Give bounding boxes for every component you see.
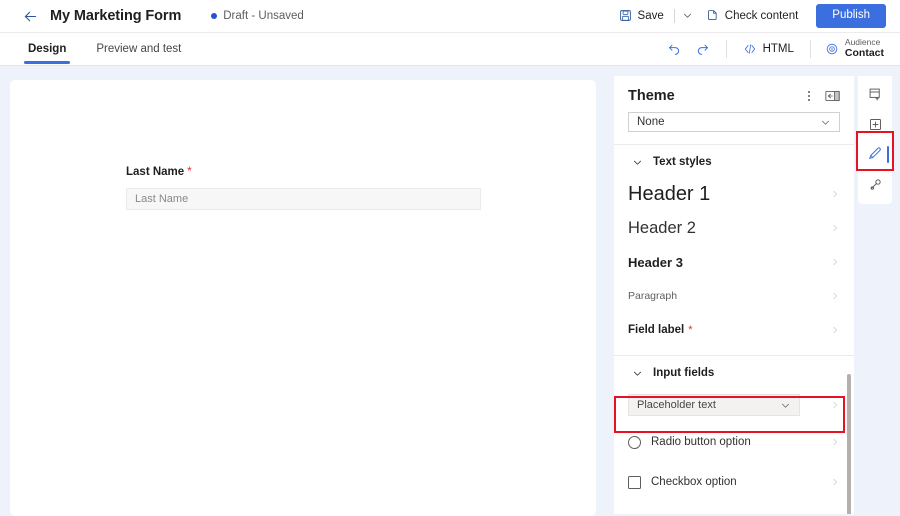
panel-collapse-icon[interactable] [825,90,840,102]
required-asterisk: * [187,164,192,178]
style-row-paragraph-label: Paragraph [628,290,677,302]
chevron-right-icon [830,189,840,199]
form-field-label-text: Last Name [126,166,184,178]
chevron-down-icon [820,117,831,128]
theme-panel-actions [805,88,840,104]
placeholder-text-value: Placeholder text [637,399,716,411]
save-button[interactable]: Save [611,5,672,26]
section-text-styles[interactable]: Text styles [614,145,854,177]
command-divider-2 [810,40,811,58]
style-row-header-3[interactable]: Header 3 [614,245,854,279]
chevron-right-icon [830,257,840,267]
html-label: HTML [763,43,794,55]
theme-select[interactable]: None [628,112,840,132]
placeholder-text-select[interactable]: Placeholder text [628,394,800,416]
field-label-required-asterisk: * [688,324,692,336]
arrow-left-icon [22,8,39,25]
right-icon-rail [858,76,892,204]
header-actions: Save Check content Publish [611,4,886,28]
checkbox-square-icon [628,476,641,489]
more-vertical-icon[interactable] [805,88,813,104]
redo-arrow-icon [695,41,710,56]
form-layout-rail-icon[interactable] [860,80,890,108]
top-header-bar: My Marketing Form Draft - Unsaved Save [0,0,900,33]
theme-panel-title: Theme [628,88,675,104]
document-check-icon [706,9,719,22]
section-input-fields-label: Input fields [653,367,714,379]
tab-preview-and-test[interactable]: Preview and test [90,33,187,66]
tab-design-label: Design [28,43,66,55]
tab-design[interactable]: Design [22,33,72,66]
command-bar: Design Preview and test [0,33,900,66]
style-row-field-label-label: Field label [628,324,684,336]
chevron-right-icon [830,437,840,447]
radio-circle-icon [628,436,641,449]
save-split-button: Save [611,5,698,26]
undo-button[interactable] [662,37,688,61]
redo-button[interactable] [690,37,716,61]
status-label: Draft - Unsaved [223,10,304,22]
style-row-paragraph[interactable]: Paragraph [614,279,854,313]
chevron-right-icon [830,477,840,487]
check-content-button[interactable]: Check content [698,5,807,26]
theme-panel-scrollbar[interactable] [847,374,851,514]
save-label: Save [638,10,664,22]
save-options-chevron[interactable] [677,6,698,25]
style-row-field-label[interactable]: Field label * [614,313,854,347]
key-settings-rail-icon[interactable] [860,170,890,198]
theme-panel-header: Theme [614,76,854,116]
code-brackets-icon [743,42,757,56]
theme-brush-rail-icon[interactable] [860,140,890,168]
save-split-divider [674,9,675,23]
section-text-styles-label: Text styles [653,156,712,168]
style-row-header-3-label: Header 3 [628,255,683,270]
radio-button-option-row[interactable]: Radio button option [614,422,854,462]
back-button[interactable] [16,2,44,30]
audience-value-label: Contact [845,48,884,60]
theme-select-row: None [614,112,854,132]
form-field-label: Last Name* [126,164,596,178]
style-row-header-1-label: Header 1 [628,183,710,206]
checkbox-option-label: Checkbox option [651,476,737,488]
status-dot-icon [211,13,217,19]
rail-active-indicator [887,146,890,163]
add-element-rail-icon[interactable] [860,110,890,138]
chevron-right-icon [830,291,840,301]
audience-selector[interactable]: Audience Contact [821,36,888,61]
audience-labels: Audience Contact [845,38,884,59]
chevron-right-icon [830,223,840,233]
section-input-fields[interactable]: Input fields [614,356,854,388]
form-designer-app: My Marketing Form Draft - Unsaved Save [0,0,900,514]
command-divider-1 [726,40,727,58]
style-row-header-2[interactable]: Header 2 [614,211,854,245]
page-title: My Marketing Form [50,8,181,24]
placeholder-text-row[interactable]: Placeholder text [614,388,854,422]
publish-button[interactable]: Publish [816,4,886,28]
status-badge: Draft - Unsaved [211,10,304,22]
chevron-right-icon [830,400,840,410]
check-content-label: Check content [725,10,799,22]
save-disk-icon [619,9,632,22]
last-name-placeholder: Last Name [135,193,188,205]
radio-button-option-label: Radio button option [651,436,751,448]
theme-select-value: None [637,116,665,128]
last-name-input[interactable]: Last Name [126,188,481,210]
checkbox-option-row[interactable]: Checkbox option [614,462,854,502]
chevron-down-icon [682,10,693,21]
target-icon [825,42,839,56]
style-row-header-2-label: Header 2 [628,219,696,238]
chevron-down-icon [632,368,643,379]
tab-preview-label: Preview and test [96,43,181,55]
chevron-down-icon [780,400,791,411]
undo-arrow-icon [667,41,682,56]
chevron-right-icon [830,325,840,335]
command-bar-actions: HTML Audience Contact [662,36,888,61]
theme-panel-body: None Text styles [614,112,854,510]
theme-panel: Theme None [614,76,854,514]
form-canvas-card[interactable]: Last Name* Last Name [10,80,596,516]
chevron-down-icon [632,157,643,168]
html-button[interactable]: HTML [737,39,800,59]
form-canvas-area: Last Name* Last Name [0,66,614,514]
style-row-header-1[interactable]: Header 1 [614,177,854,211]
